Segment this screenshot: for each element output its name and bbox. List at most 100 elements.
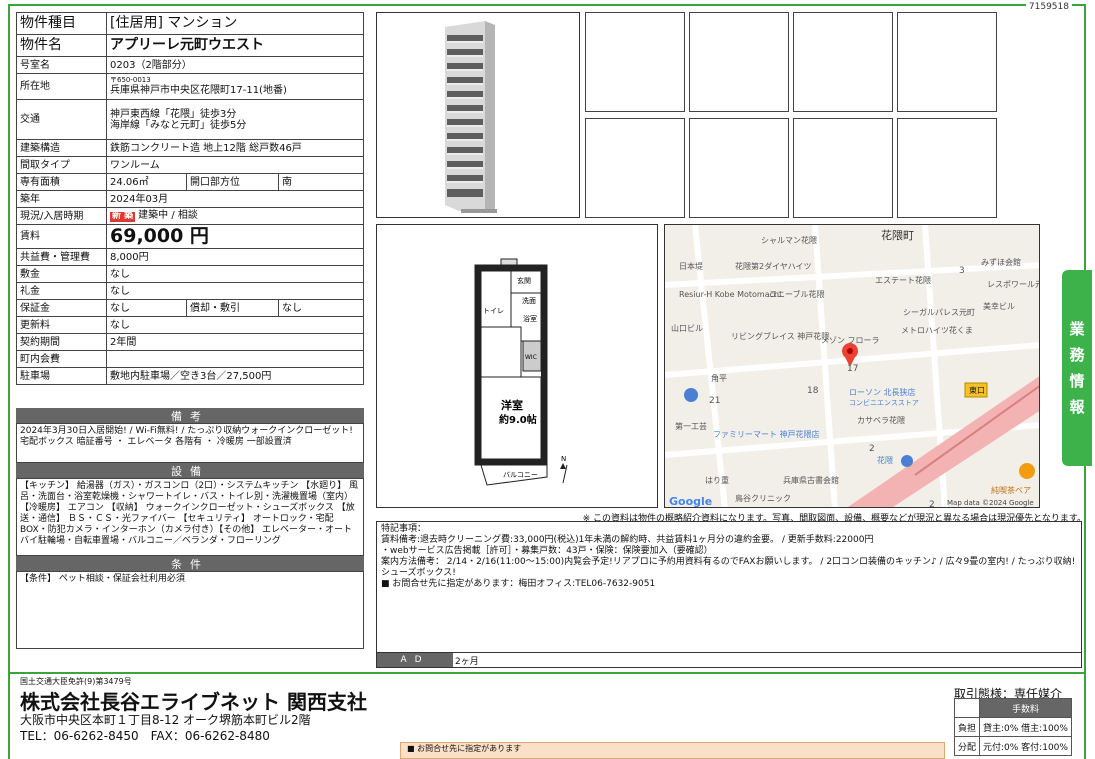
- direction: 南: [278, 173, 364, 191]
- map-label: シャルマン花隈: [761, 235, 817, 245]
- map-label: 兵庫県古書会館: [783, 475, 839, 485]
- room-number: 0203（2階部分）: [106, 56, 364, 74]
- label: 物件種目: [16, 12, 107, 35]
- map-label: 山口ビル: [671, 323, 703, 333]
- postal-code: 〒650-0013: [110, 76, 151, 85]
- ad-value: 2ヶ月: [455, 657, 479, 667]
- property-type: [住居用] マンション: [106, 12, 364, 35]
- map-label: メトロハイツ花くま: [901, 325, 973, 335]
- tab-char: 業: [1069, 320, 1085, 338]
- label: 現況/入居時期: [16, 207, 107, 225]
- wash-label: 洗面: [522, 296, 536, 305]
- key-money: なし: [106, 282, 364, 300]
- setsubi-header: 設備: [16, 463, 364, 478]
- map-label: Resiur-H Kobe Motomachi: [679, 290, 781, 299]
- map-copyright: Map data ©2024 Google: [947, 499, 1034, 507]
- remarks-line: 案内方法備考： 2/14・2/16(11:00～15:00)内覧会予定!リアプロ…: [381, 557, 1076, 578]
- building-photo[interactable]: [376, 12, 580, 218]
- setsubi-text: 【キッチン】 給湯器（ガス）・ガスコンロ（2口）・システムキッチン 【水廻り】 …: [16, 478, 364, 556]
- photo-thumbnail[interactable]: [793, 12, 893, 112]
- label: 町内会費: [16, 350, 107, 368]
- layout-type: ワンルーム: [106, 156, 364, 174]
- deposit: なし: [106, 265, 364, 283]
- map-label: 花隈町: [881, 229, 914, 242]
- label: 物件名: [16, 34, 107, 57]
- map-label: ローソン 北長狭店: [849, 387, 916, 397]
- new-badge: 新 築: [110, 211, 136, 222]
- map-label: メゾン フローラ: [821, 336, 880, 345]
- tab-char: 報: [1069, 398, 1085, 416]
- rent-value: 69,000 円: [110, 225, 209, 248]
- association-fee: [106, 350, 364, 368]
- remarks-line: ・webサービス広告掲載［許可］・募集戸数：43戸・保険：保険要加入（要確認）: [381, 546, 713, 556]
- business-info-tab[interactable]: 業 務 情 報: [1062, 270, 1092, 466]
- access: 神戸東西線「花隈」徒歩3分 海岸線「みなと元町」徒歩5分: [106, 99, 364, 140]
- biko-header: 備考: [16, 408, 364, 423]
- floor-plan[interactable]: 玄関 洗面 浴室 トイレ WIC 洋室 約9.0帖 バルコニー N: [376, 224, 658, 508]
- renewal-fee: なし: [106, 316, 364, 334]
- remarks-line: ■ お問合せ先に指定があります：梅田オフィス:TEL06-7632-9051: [381, 579, 656, 589]
- map-label: はり重: [705, 475, 729, 485]
- label: 建築構造: [16, 139, 107, 157]
- label: 駐車場: [16, 367, 107, 385]
- biko-text: 2024年3月30日入居開始! / Wi-Fi無料! / たっぷり収納ウォークイ…: [16, 423, 364, 463]
- management-fee: 8,000円: [106, 248, 364, 266]
- photo-thumbnail[interactable]: [793, 118, 893, 218]
- building-illustration: [445, 21, 497, 213]
- photo-thumbnail[interactable]: [897, 12, 997, 112]
- joken-header: 条件: [16, 556, 364, 571]
- map-label: 美幸ビル: [983, 301, 1015, 311]
- structure: 鉄筋コンクリート造 地上12階 総戸数46戸: [106, 139, 364, 157]
- photo-thumbnail[interactable]: [689, 118, 789, 218]
- map-label: 花隈: [877, 455, 893, 465]
- label: 更新料: [16, 316, 107, 334]
- label: 償却・敷引: [186, 299, 279, 317]
- tab-char: 務: [1069, 346, 1085, 364]
- map-label: ユニーブル花隈: [769, 289, 825, 299]
- label: 保証金: [16, 299, 107, 317]
- room-size-label: 約9.0帖: [499, 413, 537, 426]
- map-label: カサベラ花隈: [857, 415, 905, 425]
- label: 礼金: [16, 282, 107, 300]
- contact-note: ■ お問合せ先に指定があります: [407, 744, 522, 753]
- map-number: 17: [847, 364, 858, 374]
- ad-row: AD 2ヶ月: [376, 652, 1082, 668]
- bath-label: 浴室: [523, 314, 537, 323]
- balcony-label: バルコニー: [503, 471, 538, 479]
- location-map[interactable]: シャルマン花隈 花隈町 日本堤 花隈第2ダイヤハイツ みずほ会館 エステート花隈…: [664, 224, 1040, 508]
- map-number: 2: [929, 500, 935, 508]
- map-label: レスポワール元: [987, 280, 1040, 289]
- photo-thumbnail[interactable]: [585, 118, 685, 218]
- contact-box: ■ お問合せ先に指定があります: [400, 742, 945, 759]
- map-label: 日本堤: [679, 261, 703, 271]
- photo-thumbnail[interactable]: [897, 118, 997, 218]
- photo-thumbnail[interactable]: [585, 12, 685, 112]
- status: 新 築建築中 / 相談: [106, 207, 364, 225]
- doc-id: 7159518: [1025, 2, 1072, 12]
- photo-thumbnail[interactable]: [689, 12, 789, 112]
- wic-label: WIC: [525, 354, 537, 361]
- map-label: 鳥谷クリニック: [735, 493, 791, 503]
- room-label: 洋室: [501, 398, 523, 412]
- label: 契約期間: [16, 333, 107, 351]
- fee-header: 手数料: [979, 698, 1072, 718]
- map-label: リビングブレイス 神戸花隈: [731, 331, 829, 341]
- address: 〒650-0013 兵庫県神戸市中央区花隈町17-11(地番): [106, 73, 364, 100]
- label: 開口部方位: [186, 173, 279, 191]
- contract-term: 2年間: [106, 333, 364, 351]
- label: 敷金: [16, 265, 107, 283]
- label: 共益費・管理費: [16, 248, 107, 266]
- company-name: 株式会社長谷エライブネット 関西支社: [20, 690, 367, 714]
- access-line: 神戸東西線「花隈」徒歩3分: [110, 108, 237, 120]
- map-label: 純喫茶ベア: [991, 485, 1031, 495]
- entrance-label: 玄関: [517, 276, 531, 285]
- label: 号室名: [16, 56, 107, 74]
- amortization: なし: [278, 299, 364, 317]
- guarantee: なし: [106, 299, 187, 317]
- address-line: 大阪市中央区本町１丁目8-12 オーク堺筋本町ビル2階: [20, 713, 311, 727]
- label: 賃料: [16, 224, 107, 249]
- parking: 敷地内駐車場／空き3台／27,500円: [106, 367, 364, 385]
- map-label: 角平: [711, 373, 727, 383]
- map-label: みずほ会館: [981, 257, 1021, 267]
- tel-line: TEL：06-6262-8450 FAX：06-6262-8480: [20, 729, 270, 743]
